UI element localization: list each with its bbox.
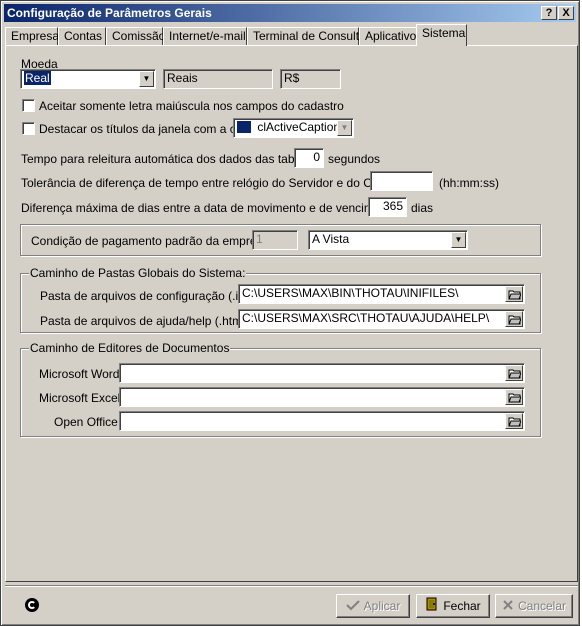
uppercase-checkbox[interactable] bbox=[22, 99, 35, 112]
chevron-down-icon[interactable]: ▼ bbox=[451, 232, 466, 248]
word-label: Microsoft Word: bbox=[39, 367, 123, 381]
moeda-select[interactable]: Real ▼ bbox=[20, 69, 156, 89]
tab-strip: Empresa Contas Comissão Internet/e-mail … bbox=[5, 24, 577, 46]
tab-comissao[interactable]: Comissão bbox=[106, 27, 165, 46]
openoffice-label: Open Office: bbox=[54, 415, 122, 429]
config-folder-label: Pasta de arquivos de configuração (.ini)… bbox=[40, 289, 255, 303]
cancel-button-label: Cancelar bbox=[517, 599, 567, 613]
editors-group: Caminho de Editores de Documentos Micros… bbox=[20, 341, 541, 437]
payment-condition-label: Condição de pagamento padrão da empresa: bbox=[31, 234, 273, 248]
title-bar: Configuração de Parâmetros Gerais ? X bbox=[4, 4, 576, 22]
max-days-input[interactable]: 365 bbox=[368, 197, 407, 217]
moeda-name-field: Reais bbox=[163, 69, 273, 89]
payment-code-field: 1 bbox=[252, 230, 298, 250]
tolerance-input[interactable] bbox=[370, 171, 433, 191]
help-folder-label: Pasta de arquivos de ajuda/help (.html): bbox=[40, 314, 253, 328]
color-value: clActiveCaption bbox=[257, 120, 341, 134]
tab-contas[interactable]: Contas bbox=[58, 27, 106, 46]
folder-open-icon[interactable] bbox=[505, 286, 523, 302]
apply-icon bbox=[345, 596, 360, 618]
global-paths-title: Caminho de Pastas Globais do Sistema: bbox=[29, 266, 247, 280]
editors-title: Caminho de Editores de Documentos bbox=[29, 341, 231, 355]
excel-path-input[interactable] bbox=[119, 387, 525, 407]
close-button[interactable]: X bbox=[558, 6, 574, 20]
color-select[interactable]: clActiveCaption ▼ bbox=[233, 118, 354, 138]
max-days-label: Diferença máxima de dias entre a data de… bbox=[21, 201, 401, 215]
tab-sistema[interactable]: Sistema bbox=[416, 24, 467, 46]
reload-label: Tempo para releitura automática dos dado… bbox=[21, 152, 320, 166]
word-path-input[interactable] bbox=[119, 363, 525, 383]
payment-condition-group: Condição de pagamento padrão da empresa:… bbox=[20, 224, 541, 256]
reload-seconds-input[interactable]: 0 bbox=[294, 148, 324, 168]
cancel-button[interactable]: Cancelar bbox=[495, 594, 573, 618]
refresh-icon[interactable] bbox=[25, 598, 39, 612]
help-folder-input[interactable]: C:\USERS\MAX\SRC\THOTAU\AJUDA\HELP\ bbox=[238, 309, 525, 329]
door-exit-icon bbox=[425, 596, 439, 618]
window-title: Configuração de Parâmetros Gerais bbox=[7, 6, 212, 20]
help-folder-value: C:\USERS\MAX\SRC\THOTAU\AJUDA\HELP\ bbox=[242, 311, 490, 325]
cancel-x-icon bbox=[502, 596, 514, 618]
openoffice-path-input[interactable] bbox=[119, 411, 525, 431]
moeda-symbol-field: R$ bbox=[280, 69, 341, 89]
max-days-unit: dias bbox=[411, 201, 434, 215]
moeda-selected-value: Real bbox=[24, 71, 51, 85]
tolerance-label: Tolerância de diferença de tempo entre r… bbox=[21, 176, 404, 190]
highlight-titles-checkbox[interactable] bbox=[22, 122, 35, 135]
footer-separator bbox=[5, 585, 578, 587]
excel-label: Microsoft Excel: bbox=[39, 391, 124, 405]
config-folder-input[interactable]: C:\USERS\MAX\BIN\THOTAU\INIFILES\ bbox=[238, 284, 525, 304]
payment-condition-select[interactable]: A Vista ▼ bbox=[308, 230, 468, 250]
folder-open-icon[interactable] bbox=[505, 365, 523, 381]
tab-empresa[interactable]: Empresa bbox=[5, 27, 59, 46]
tab-terminal-consulta[interactable]: Terminal de Consulta bbox=[247, 27, 366, 46]
config-folder-value: C:\USERS\MAX\BIN\THOTAU\INIFILES\ bbox=[242, 286, 459, 300]
close-dialog-label: Fechar bbox=[443, 599, 481, 613]
payment-condition-value: A Vista bbox=[312, 232, 350, 246]
highlight-titles-label: Destacar os títulos da janela com a cor: bbox=[39, 122, 250, 136]
tab-aplicativo[interactable]: Aplicativo bbox=[359, 27, 417, 46]
folder-open-icon[interactable] bbox=[505, 311, 523, 327]
global-paths-group: Caminho de Pastas Globais do Sistema: Pa… bbox=[20, 266, 541, 333]
folder-open-icon[interactable] bbox=[505, 413, 523, 429]
uppercase-label: Aceitar somente letra maiúscula nos camp… bbox=[39, 99, 344, 113]
chevron-down-icon[interactable]: ▼ bbox=[337, 120, 352, 136]
tab-panel-sistema: Moeda Real ▼ Reais R$ Aceitar somente le… bbox=[5, 45, 578, 582]
help-button[interactable]: ? bbox=[541, 6, 557, 20]
tab-internet-email[interactable]: Internet/e-mail bbox=[163, 27, 247, 46]
tolerance-unit: (hh:mm:ss) bbox=[439, 176, 499, 190]
chevron-down-icon[interactable]: ▼ bbox=[139, 71, 154, 87]
close-dialog-button[interactable]: Fechar bbox=[416, 594, 490, 618]
apply-button[interactable]: Aplicar bbox=[336, 594, 410, 618]
reload-unit: segundos bbox=[328, 152, 381, 166]
config-window: Configuração de Parâmetros Gerais ? X Em… bbox=[0, 0, 580, 626]
folder-open-icon[interactable] bbox=[505, 389, 523, 405]
apply-button-label: Aplicar bbox=[363, 599, 401, 613]
color-swatch bbox=[237, 120, 251, 133]
